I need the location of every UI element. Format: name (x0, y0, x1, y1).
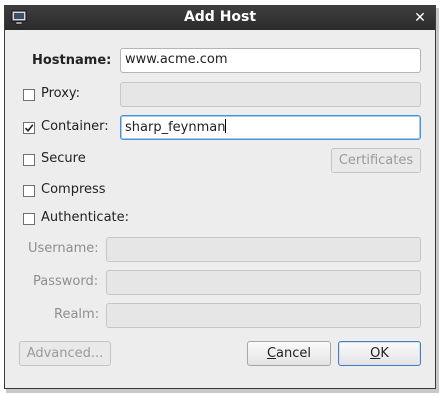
hostname-label: Hostname: (32, 53, 112, 68)
compress-label: Compress (41, 182, 106, 197)
hostname-input[interactable]: www.acme.com (120, 48, 421, 73)
password-input[interactable] (106, 270, 421, 295)
container-input[interactable]: sharp_feynman (120, 115, 421, 140)
container-checkbox[interactable] (23, 122, 35, 134)
secure-checkbox[interactable] (23, 154, 35, 166)
realm-label: Realm: (54, 307, 100, 322)
title-bar: Add Host ✕ (5, 6, 435, 30)
certificates-button[interactable]: Certificates (331, 148, 421, 173)
realm-input[interactable] (106, 303, 421, 328)
compress-checkbox[interactable] (23, 185, 35, 197)
container-input-value: sharp_feynman (125, 120, 226, 135)
proxy-input[interactable] (120, 82, 421, 107)
username-label: Username: (28, 241, 99, 256)
cancel-label-rest: ancel (276, 346, 312, 361)
ok-label-rest: K (380, 346, 389, 361)
ok-button[interactable]: OK (338, 341, 421, 366)
authenticate-label: Authenticate: (41, 210, 130, 225)
add-host-dialog: Add Host ✕ Hostname: www.acme.com Proxy:… (4, 5, 436, 389)
ok-mnemonic: O (370, 346, 381, 361)
checkmark-icon (24, 124, 34, 133)
username-input[interactable] (106, 237, 421, 262)
advanced-button[interactable]: Advanced... (19, 341, 111, 366)
proxy-label: Proxy: (41, 86, 81, 101)
proxy-checkbox[interactable] (23, 89, 35, 101)
authenticate-checkbox[interactable] (23, 213, 35, 225)
window-title: Add Host (183, 9, 257, 25)
cancel-button[interactable]: Cancel (247, 341, 331, 366)
close-icon[interactable]: ✕ (411, 8, 429, 28)
container-label: Container: (41, 119, 109, 134)
text-cursor (225, 119, 227, 133)
password-label: Password: (33, 274, 99, 289)
secure-label: Secure (41, 151, 86, 166)
cancel-mnemonic: C (266, 346, 277, 361)
